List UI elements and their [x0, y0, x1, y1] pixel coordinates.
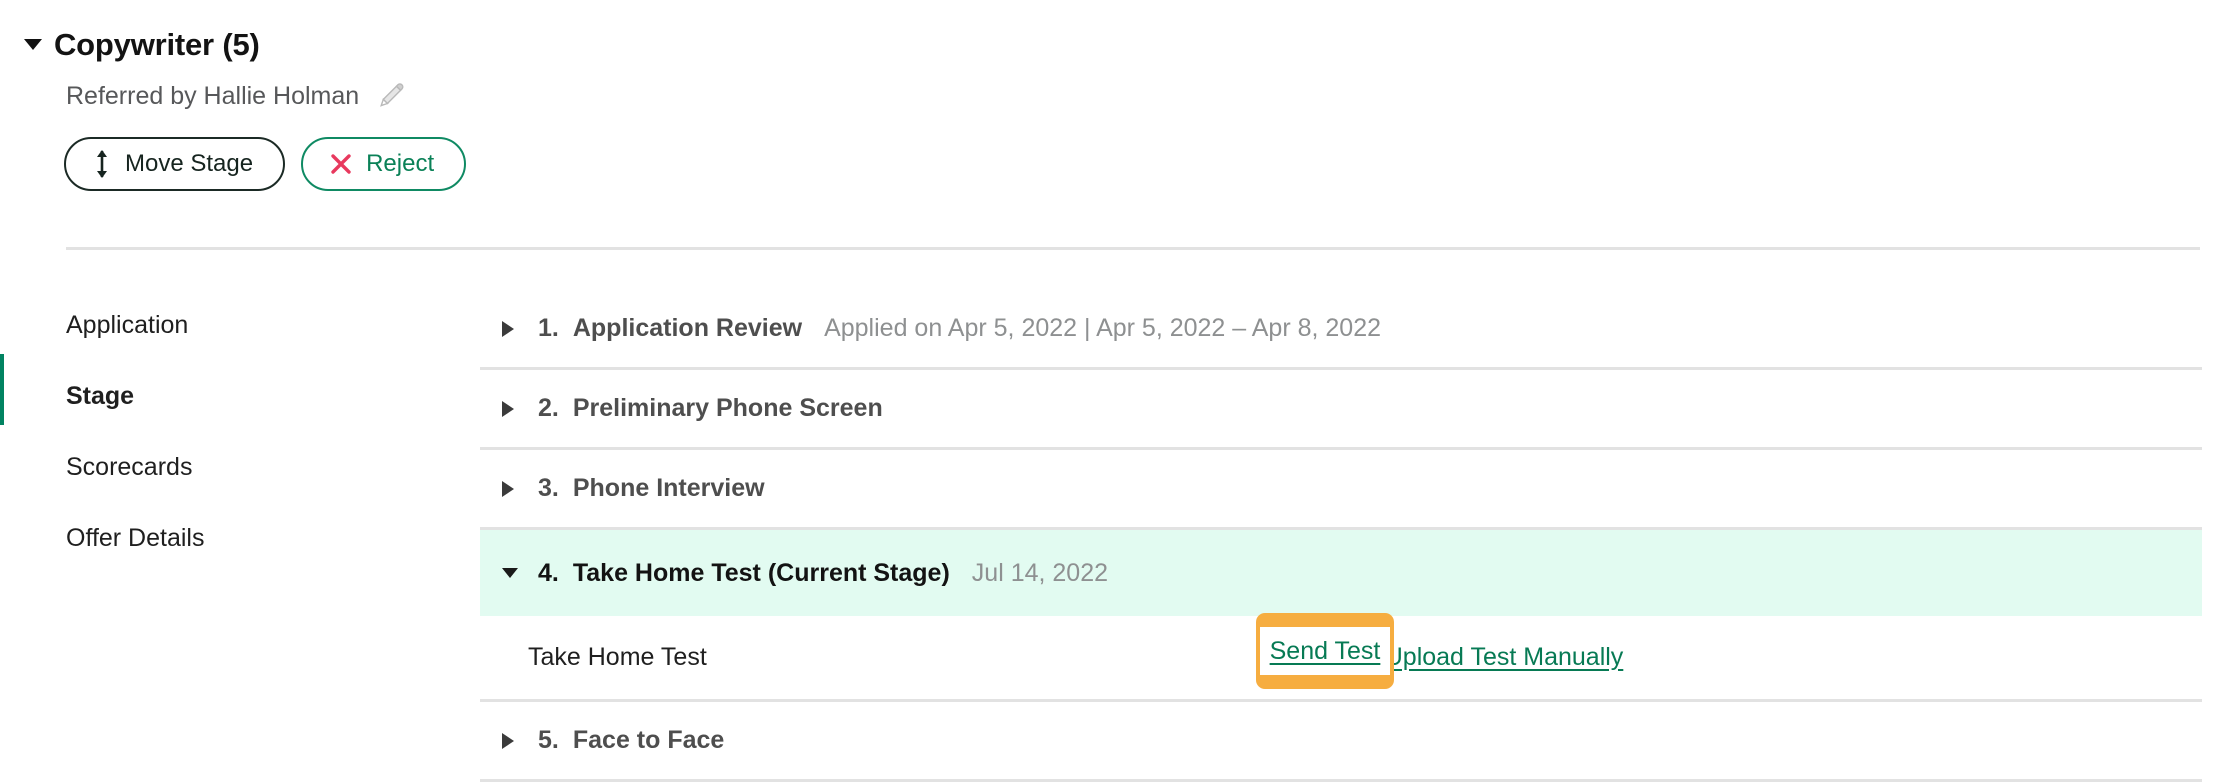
- send-test-highlight-inner: Send Test: [1260, 627, 1390, 675]
- referred-by-row: Referred by Hallie Holman: [0, 81, 2214, 111]
- sidebar-item-scorecards[interactable]: Scorecards: [0, 432, 430, 503]
- referred-by-text: Referred by Hallie Holman: [66, 81, 360, 110]
- stage-number: 4.: [538, 558, 559, 587]
- pencil-icon[interactable]: [373, 79, 407, 113]
- stage-name: Application Review: [572, 314, 803, 342]
- section-nav: Application Stage Scorecards Offer Detai…: [0, 290, 430, 574]
- chevron-right-icon[interactable]: [502, 320, 528, 337]
- take-home-test-label: Take Home Test: [528, 643, 707, 671]
- send-test-highlight: Send Test: [1256, 613, 1394, 689]
- stage-number: 1.: [538, 314, 559, 342]
- stage-name: Preliminary Phone Screen: [572, 394, 883, 422]
- sidebar-item-application[interactable]: Application: [0, 290, 430, 361]
- page-title: Copywriter (5): [54, 26, 260, 62]
- move-stage-button[interactable]: Move Stage: [64, 137, 286, 191]
- sidebar-item-offer-details[interactable]: Offer Details: [0, 503, 430, 574]
- stage-row-preliminary-phone-screen[interactable]: 2. Preliminary Phone Screen: [480, 370, 2202, 450]
- stage-row-application-review[interactable]: 1. Application Review Applied on Apr 5, …: [480, 290, 2202, 370]
- stage-row-phone-interview[interactable]: 3. Phone Interview: [480, 450, 2202, 530]
- stage-name: Face to Face: [572, 726, 725, 754]
- stage-number: 5.: [538, 726, 559, 754]
- stage-row-face-to-face[interactable]: 5. Face to Face: [480, 702, 2202, 782]
- stage-name: Take Home Test (Current Stage): [572, 558, 950, 587]
- stage-name: Phone Interview: [572, 474, 765, 502]
- stage-list: 1. Application Review Applied on Apr 5, …: [480, 290, 2202, 782]
- stage-meta: Jul 14, 2022: [971, 558, 1109, 587]
- move-stage-label: Move Stage: [125, 150, 254, 177]
- chevron-right-icon[interactable]: [502, 732, 528, 749]
- header-divider: [66, 247, 2200, 250]
- action-buttons: Move Stage Reject: [0, 137, 2214, 191]
- stage-detail-page: Copywriter (5) Referred by Hallie Holman: [0, 0, 2214, 782]
- stage-number: 2.: [538, 394, 559, 422]
- stage-row-take-home-test[interactable]: 4. Take Home Test (Current Stage) Jul 14…: [480, 530, 2202, 616]
- send-test-link[interactable]: Send Test: [1270, 637, 1381, 666]
- reject-label: Reject: [366, 150, 435, 177]
- upload-test-manually-link[interactable]: Upload Test Manually: [1385, 643, 1624, 672]
- sidebar-item-label: Application: [66, 311, 189, 339]
- chevron-down-icon[interactable]: [502, 568, 528, 578]
- title-row: Copywriter (5): [0, 0, 2214, 62]
- candidate-header: Copywriter (5) Referred by Hallie Holman: [0, 0, 2214, 191]
- chevron-right-icon[interactable]: [502, 480, 528, 497]
- sidebar-item-label: Stage: [66, 382, 135, 410]
- up-down-arrow-icon: [92, 149, 112, 179]
- stage-meta: Applied on Apr 5, 2022 | Apr 5, 2022 – A…: [824, 314, 1381, 342]
- stage-number: 3.: [538, 474, 559, 502]
- reject-button[interactable]: Reject: [301, 137, 467, 191]
- sidebar-item-label: Offer Details: [66, 524, 205, 552]
- chevron-right-icon[interactable]: [502, 400, 528, 417]
- x-close-icon: [329, 152, 353, 176]
- caret-down-icon[interactable]: [22, 33, 44, 55]
- sidebar-item-label: Scorecards: [66, 453, 193, 481]
- sidebar-item-stage[interactable]: Stage: [0, 361, 430, 432]
